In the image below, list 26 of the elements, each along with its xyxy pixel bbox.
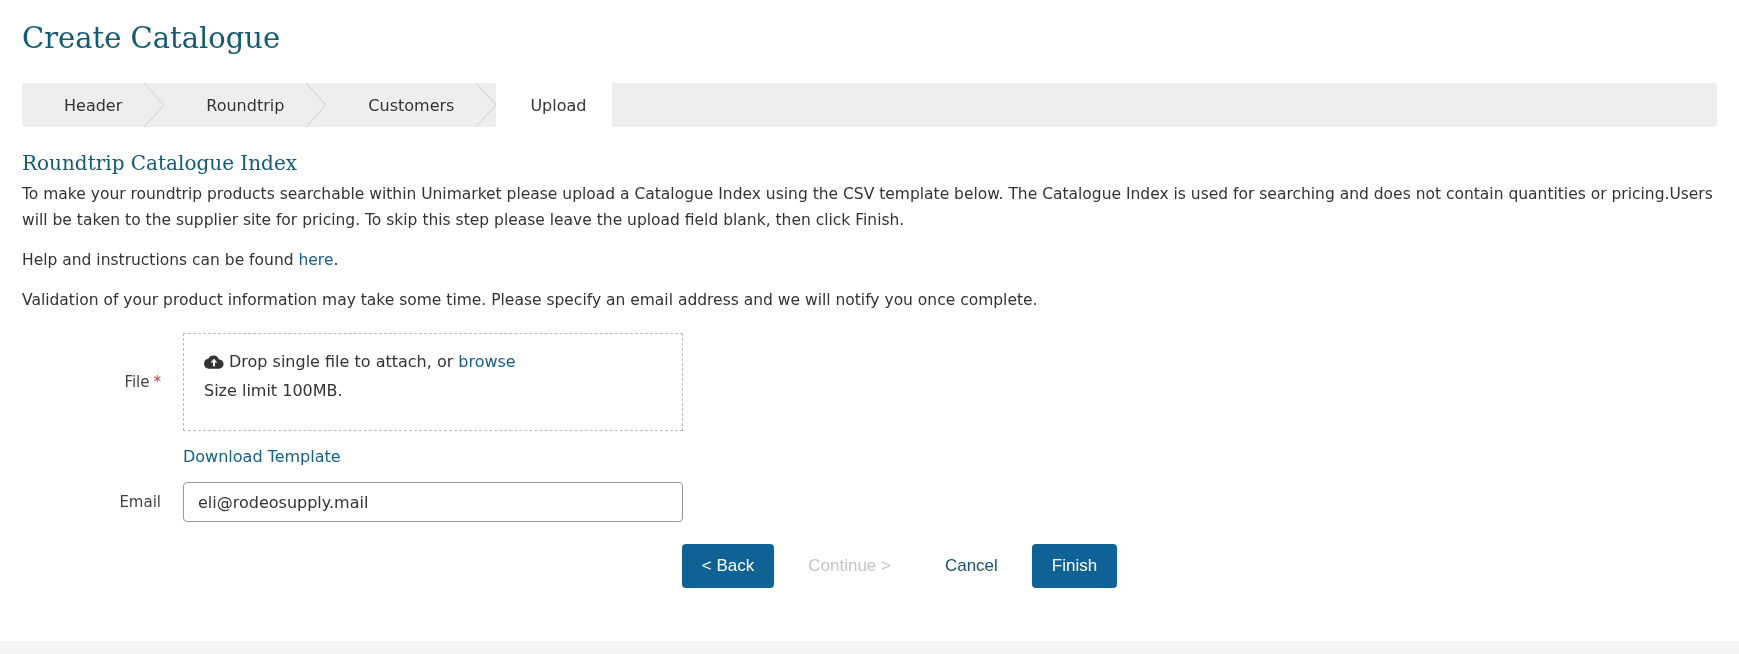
step-tab[interactable]: Header bbox=[22, 83, 165, 127]
section-title: Roundtrip Catalogue Index bbox=[22, 151, 299, 175]
file-drop-zone[interactable]: Drop single file to attach, or browse Size limit 100MB. bbox=[183, 333, 683, 431]
file-label: File bbox=[124, 373, 150, 391]
download-template-link[interactable]: Download Template bbox=[183, 447, 341, 466]
email-label: Email bbox=[119, 493, 161, 511]
action-button[interactable]: < Back bbox=[681, 544, 775, 588]
cloud-upload-icon bbox=[204, 354, 224, 369]
help-text: Help and instructions can be found here. bbox=[22, 250, 340, 271]
chevron-icon bbox=[306, 83, 327, 127]
required-mark: * bbox=[153, 373, 161, 391]
step-tab[interactable]: Customers bbox=[326, 83, 497, 127]
chevron-icon bbox=[476, 83, 497, 127]
step-tab[interactable]: Roundtrip bbox=[164, 83, 327, 127]
help-link[interactable]: here bbox=[298, 251, 334, 269]
email-field[interactable]: eli@rodeosupply.mail bbox=[183, 482, 683, 522]
step-tab[interactable]: Upload bbox=[496, 83, 613, 127]
browse-link[interactable]: browse bbox=[458, 352, 516, 371]
drop-text: Drop single file to attach, or bbox=[229, 352, 454, 371]
size-limit-text: Size limit 100MB. bbox=[204, 381, 344, 400]
page-title: Create Catalogue bbox=[22, 20, 282, 57]
chevron-icon bbox=[144, 83, 165, 127]
action-button[interactable]: Finish bbox=[1031, 544, 1118, 588]
intro-text: To make your roundtrip products searchable within Unimarket please upload a Catalogue Index using the CSV template below. The Catalogue Index is used for searching and does not contain quantities or pricing.Users will be taken to the supplier site for pricing. To skip this step please leave the upload field blank, then click Finish. bbox=[22, 184, 1714, 231]
action-button[interactable]: Cancel bbox=[924, 544, 1018, 588]
validation-text: Validation of your product information may take some time. Please specify an email address and we will notify you once complete. bbox=[22, 290, 1039, 311]
